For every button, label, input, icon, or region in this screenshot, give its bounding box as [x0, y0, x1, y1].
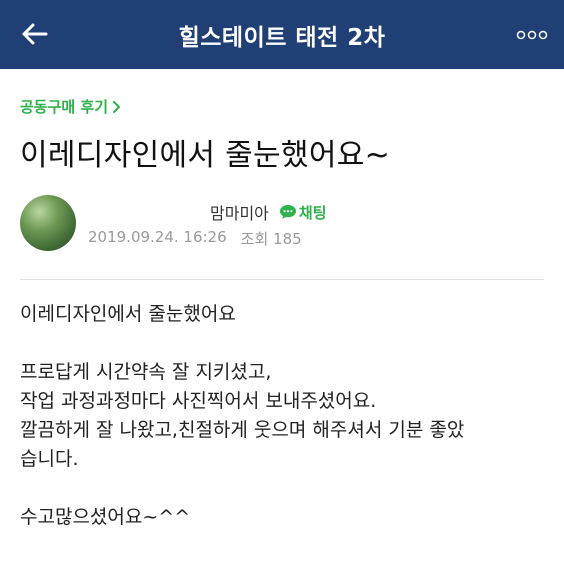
post-body: 이레디자인에서 줄눈했어요 프로답게 시간약속 잘 지키셨고, 작업 과정과정마… [20, 300, 550, 532]
category-link[interactable]: 공동구매 후기 [20, 96, 121, 117]
chat-label: 채팅 [298, 203, 327, 222]
view-count: 조회 185 [240, 230, 302, 248]
chevron-right-icon [112, 100, 121, 113]
body-line: 프로답게 시간약속 잘 지키셨고, [20, 361, 272, 383]
body-line: 작업 과정과정마다 사진찍어서 보내주셨어요. [20, 390, 377, 412]
author-row: 맘마미아 채팅 [210, 200, 327, 224]
avatar[interactable] [20, 195, 76, 251]
author-name[interactable]: 맘마미아 [210, 200, 269, 224]
category-label: 공동구매 후기 [20, 98, 109, 116]
divider [20, 279, 544, 280]
body-line: 수고많으셨어요~^^ [20, 506, 191, 528]
chat-bubble-icon [279, 205, 296, 219]
post-date: 2019.09.24. 16:26 [88, 228, 227, 246]
chat-button[interactable]: 채팅 [279, 202, 327, 223]
post-title: 이레디자인에서 줄눈했어요~ [20, 138, 391, 173]
app-bar: 힐스테이트 태전 2차 [0, 0, 564, 69]
body-line: 이레디자인에서 줄눈했어요 [20, 303, 236, 325]
more-options-button[interactable] [514, 20, 550, 50]
back-button[interactable] [14, 14, 54, 54]
more-dots-icon [516, 30, 548, 40]
post-meta: 2019.09.24. 16:26 조회 185 [88, 228, 302, 249]
body-line: 깔끔하게 잘 나왔고,친절하게 웃으며 해주셔서 기분 좋았 [20, 419, 465, 441]
page-title: 힐스테이트 태전 2차 [178, 24, 386, 51]
arrow-left-icon [22, 23, 48, 45]
body-line: 습니다. [20, 448, 79, 470]
